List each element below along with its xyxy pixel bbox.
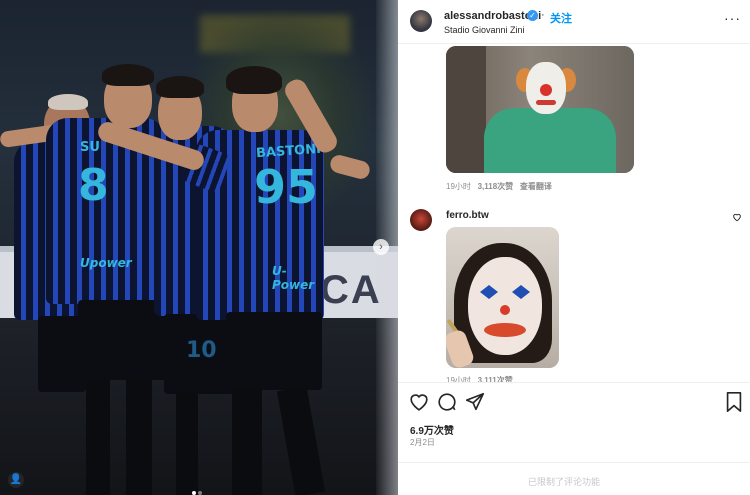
next-arrow-icon[interactable]: › bbox=[373, 239, 389, 255]
post-header: alessandrobastoni ✓ · 关注 Stadio Giovanni… bbox=[398, 0, 750, 44]
bookmark-icon[interactable] bbox=[724, 391, 746, 413]
likes-count[interactable]: 6.9万次赞 bbox=[410, 422, 454, 437]
player-hair bbox=[48, 94, 88, 110]
photo-shelf bbox=[446, 46, 486, 173]
player-leg bbox=[232, 388, 262, 495]
player-leg bbox=[176, 392, 198, 495]
jersey-number: 8 bbox=[78, 160, 109, 211]
joker-mouth bbox=[484, 323, 526, 337]
post-location[interactable]: Stadio Giovanni Zini bbox=[444, 25, 525, 35]
action-bar bbox=[398, 382, 750, 420]
header-separator: · bbox=[541, 9, 545, 21]
player-hair bbox=[102, 64, 154, 86]
carousel-dot-active bbox=[192, 491, 196, 495]
jersey-sponsor: U-Power bbox=[272, 264, 315, 292]
author-avatar[interactable] bbox=[410, 10, 432, 32]
comment-like-icon[interactable] bbox=[732, 212, 742, 225]
player-shorts bbox=[226, 312, 322, 390]
commenter-username[interactable]: ferro.btw bbox=[446, 210, 489, 221]
jersey-number: 95 bbox=[254, 160, 319, 214]
verified-badge-icon: ✓ bbox=[527, 10, 538, 21]
post-date: 2月2日 bbox=[410, 438, 435, 447]
send-icon[interactable] bbox=[464, 391, 486, 413]
comment-icon[interactable] bbox=[436, 391, 458, 413]
player-leg bbox=[126, 378, 152, 495]
comments-disabled-notice: 已限制了评论功能 bbox=[528, 477, 601, 487]
carousel-dot bbox=[198, 491, 202, 495]
see-translation-link[interactable]: 查看翻译 bbox=[520, 182, 552, 191]
joker-nose bbox=[500, 305, 510, 315]
clown-nose bbox=[540, 84, 552, 96]
comment-image-joker[interactable] bbox=[446, 227, 559, 368]
jersey-sponsor: Upower bbox=[80, 256, 132, 270]
comment-time: 19小时 bbox=[446, 182, 471, 191]
comment-meta: 19小时 3,118次赞 查看翻译 bbox=[446, 181, 552, 192]
more-options-icon[interactable]: ··· bbox=[724, 10, 741, 26]
clown-mouth bbox=[536, 100, 556, 105]
shorts-number: 10 bbox=[186, 338, 217, 363]
photo-sweater bbox=[484, 108, 616, 173]
player-hair bbox=[156, 76, 204, 98]
tagged-users-icon[interactable]: 👤 bbox=[8, 472, 24, 488]
comment-area: 已限制了评论功能 bbox=[398, 462, 750, 495]
heart-icon[interactable] bbox=[408, 391, 430, 413]
jersey-name: SU bbox=[80, 140, 100, 155]
player-hair bbox=[226, 66, 282, 94]
comment-image-clown[interactable] bbox=[446, 46, 634, 173]
board-text: CA bbox=[320, 268, 382, 312]
player-leg bbox=[86, 378, 110, 495]
post-side-panel: alessandrobastoni ✓ · 关注 Stadio Giovanni… bbox=[398, 0, 750, 495]
follow-button[interactable]: 关注 bbox=[550, 10, 572, 26]
commenter-avatar[interactable] bbox=[410, 209, 432, 231]
post-media[interactable]: CA SU 8 Upower 10 BASTONI 95 U-Power › 👤 bbox=[0, 0, 398, 495]
carousel-indicator bbox=[191, 482, 203, 495]
comment-likes[interactable]: 3,118次赞 bbox=[478, 182, 514, 191]
